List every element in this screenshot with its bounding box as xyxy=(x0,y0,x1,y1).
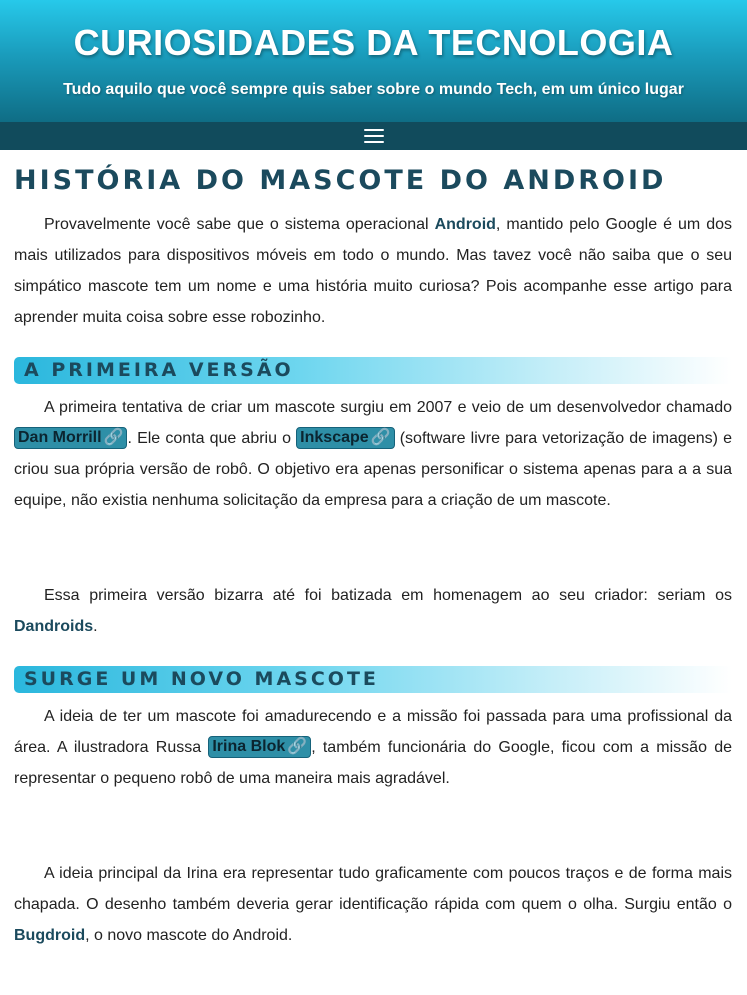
text: A primeira tentativa de criar um mascote… xyxy=(44,399,732,416)
bugdroid-keyword: Bugdroid xyxy=(14,927,86,944)
article-title: História do mascote do Android xyxy=(14,165,667,196)
section1-paragraph-2: Essa primeira versão bizarra até foi bat… xyxy=(14,580,732,642)
text: . xyxy=(93,618,98,635)
navbar xyxy=(0,122,747,150)
dan-morrill-link[interactable]: Dan Morrill 🔗 xyxy=(14,427,128,449)
chain-link-icon: 🔗 xyxy=(103,429,124,446)
text: Essa primeira versão bizarra até foi bat… xyxy=(44,587,732,604)
irina-blok-link[interactable]: Irina Blok 🔗 xyxy=(208,736,312,758)
section2-paragraph-2: A ideia principal da Irina era represent… xyxy=(14,858,732,951)
text: , o novo mascote do Android. xyxy=(85,927,293,944)
section1-paragraph-1: A primeira tentativa de criar um mascote… xyxy=(14,392,732,516)
link-label: Irina Blok xyxy=(212,738,286,755)
chain-link-icon: 🔗 xyxy=(287,738,308,755)
site-header: CURIOSIDADES DA TECNOLOGIA Tudo aquilo q… xyxy=(0,0,747,122)
text: . Ele conta que abriu o xyxy=(127,430,297,447)
hamburger-menu-icon[interactable] xyxy=(363,129,384,143)
inkscape-link[interactable]: Inkscape 🔗 xyxy=(296,427,395,449)
section-heading-novo-mascote: Surge um novo mascote xyxy=(14,666,732,693)
intro-paragraph: Provavelmente você sabe que o sistema op… xyxy=(14,209,732,333)
link-label: Inkscape xyxy=(300,429,369,446)
text: Provavelmente você sabe que o sistema op… xyxy=(44,216,435,233)
chain-link-icon: 🔗 xyxy=(370,429,391,446)
site-tagline: Tudo aquilo que você sempre quis saber s… xyxy=(63,81,684,98)
article-content: História do mascote do Android Provavelm… xyxy=(0,166,747,951)
section2-paragraph-1: A ideia de ter um mascote foi amadurecen… xyxy=(14,701,732,794)
section-heading-primeira-versao: A primeira versão xyxy=(14,357,732,384)
site-title[interactable]: CURIOSIDADES DA TECNOLOGIA xyxy=(0,22,747,64)
dandroids-keyword: Dandroids xyxy=(14,618,94,635)
android-keyword: Android xyxy=(434,216,496,233)
text: A ideia principal da Irina era represent… xyxy=(14,865,732,913)
link-label: Dan Morrill xyxy=(18,429,102,446)
